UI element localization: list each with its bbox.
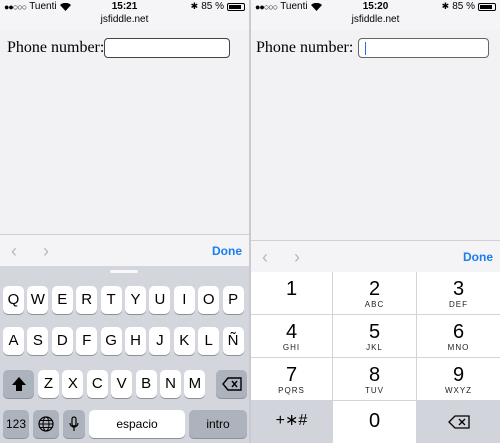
left-screen: ●●○○○ Tuenti 15:21 ✱ 85 % jsfiddle.net P… (0, 0, 249, 443)
key-m[interactable]: M (184, 370, 206, 398)
right-screen: ●●○○○ Tuenti 15:20 ✱ 85 % jsfiddle.net P… (251, 0, 500, 443)
key-j[interactable]: J (149, 327, 171, 355)
key-h[interactable]: H (125, 327, 146, 355)
key-q[interactable]: Q (3, 286, 24, 314)
chevron-left-icon[interactable]: ‹ (262, 247, 268, 268)
digit-key-1[interactable]: 1 (251, 272, 332, 314)
battery-percent: 85 % (201, 1, 224, 12)
battery-icon (478, 2, 496, 11)
key-d[interactable]: D (51, 327, 73, 355)
numbers-key[interactable]: 123 (3, 410, 29, 438)
globe-key[interactable] (33, 410, 59, 438)
digit-key-5[interactable]: 5 JKL (333, 315, 416, 357)
alphabetic-keyboard: QWERTYUIOP ASDFGHJKLÑ ZXCVBNM 123 espaci… (0, 266, 249, 443)
space-key[interactable]: espacio (89, 410, 185, 438)
key-k[interactable]: K (173, 327, 195, 355)
phone-number-label: Phone number: (7, 39, 105, 56)
key-o[interactable]: O (198, 286, 220, 314)
keyboard-accessory-bar: ‹ › Done (0, 234, 249, 266)
numeric-keypad: 1 2 ABC 3 DEF 4 GHI 5 JKL 6 MNO 7 PQRS 8 TUV 9 WXYZ +∗# … (251, 272, 500, 443)
delete-key[interactable] (417, 401, 500, 443)
key-s[interactable]: S (27, 327, 49, 355)
key-f[interactable]: F (76, 327, 98, 355)
status-bar: ●●○○○ Tuenti 15:21 ✱ 85 % (0, 0, 249, 14)
key-p[interactable]: P (222, 286, 244, 314)
digit-key-8[interactable]: 8 TUV (333, 358, 416, 400)
digit-key-7[interactable]: 7 PQRS (251, 358, 332, 400)
phone-number-input[interactable] (104, 38, 230, 58)
backspace-icon (221, 377, 242, 391)
chevron-left-icon[interactable]: ‹ (11, 241, 17, 262)
return-key[interactable]: intro (189, 410, 247, 438)
digit-key-4[interactable]: 4 GHI (251, 315, 332, 357)
battery-percent: 85 % (452, 1, 475, 12)
globe-icon (38, 416, 54, 432)
key-v[interactable]: V (111, 370, 133, 398)
keyboard-grabber[interactable] (110, 270, 138, 273)
shift-key[interactable] (3, 370, 34, 398)
backspace-key[interactable] (216, 370, 247, 398)
page-content: Phone number: (0, 30, 249, 234)
phone-number-label: Phone number: (256, 39, 354, 56)
key-g[interactable]: G (100, 327, 122, 355)
phone-number-input[interactable] (358, 38, 489, 58)
key-t[interactable]: T (100, 286, 122, 314)
chevron-right-icon[interactable]: › (43, 241, 49, 262)
bluetooth-icon: ✱ (190, 1, 199, 11)
key-i[interactable]: I (173, 286, 195, 314)
battery-icon (227, 2, 245, 11)
key-a[interactable]: A (3, 327, 24, 355)
bluetooth-icon: ✱ (441, 1, 450, 11)
microphone-key[interactable] (63, 410, 85, 438)
key-b[interactable]: B (135, 370, 157, 398)
key-e[interactable]: E (51, 286, 73, 314)
page-content: Phone number: (251, 30, 500, 240)
url-bar[interactable]: jsfiddle.net (0, 14, 249, 25)
key-c[interactable]: C (86, 370, 108, 398)
zero-key[interactable]: 0 (333, 401, 416, 443)
text-caret (365, 42, 366, 55)
digit-key-3[interactable]: 3 DEF (417, 272, 500, 314)
digit-key-9[interactable]: 9 WXYZ (417, 358, 500, 400)
key-w[interactable]: W (27, 286, 49, 314)
done-button[interactable]: Done (463, 250, 493, 264)
status-bar: ●●○○○ Tuenti 15:20 ✱ 85 % (251, 0, 500, 14)
digit-key-2[interactable]: 2 ABC (333, 272, 416, 314)
digit-key-6[interactable]: 6 MNO (417, 315, 500, 357)
key-u[interactable]: U (149, 286, 171, 314)
microphone-icon (69, 416, 79, 431)
key-y[interactable]: Y (125, 286, 146, 314)
key-ñ[interactable]: Ñ (222, 327, 244, 355)
backspace-icon (447, 415, 470, 429)
symbols-key[interactable]: +∗# (251, 401, 332, 443)
key-r[interactable]: R (76, 286, 98, 314)
shift-arrow-icon (11, 377, 26, 391)
key-n[interactable]: N (160, 370, 181, 398)
key-z[interactable]: Z (38, 370, 59, 398)
chevron-right-icon[interactable]: › (294, 247, 300, 268)
key-l[interactable]: L (198, 327, 220, 355)
key-x[interactable]: X (62, 370, 84, 398)
done-button[interactable]: Done (212, 244, 242, 258)
keyboard-accessory-bar: ‹ › Done (251, 240, 500, 272)
url-bar[interactable]: jsfiddle.net (251, 14, 500, 25)
